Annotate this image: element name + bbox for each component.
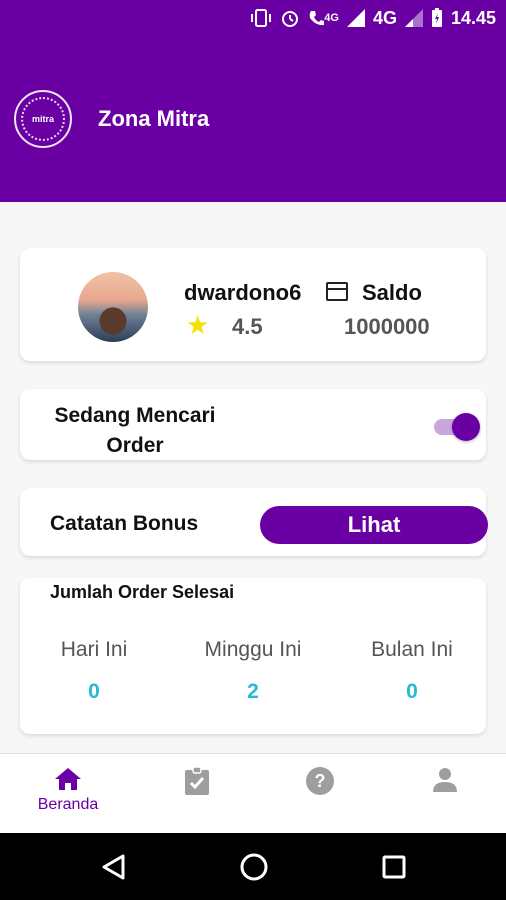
nav-label-beranda: Beranda bbox=[37, 796, 99, 813]
person-icon bbox=[433, 768, 457, 792]
stat-label: Hari Ini bbox=[60, 638, 128, 661]
order-search-toggle[interactable] bbox=[452, 413, 480, 441]
wallet-icon bbox=[326, 282, 348, 301]
nav-item-beranda[interactable]: Beranda bbox=[23, 766, 113, 814]
signal-icon bbox=[346, 9, 365, 27]
saldo-value: 1000000 bbox=[344, 314, 430, 339]
stat-value: 2 bbox=[247, 680, 259, 703]
stat-value: 0 bbox=[88, 680, 100, 703]
alarm-icon bbox=[280, 8, 300, 28]
network-label: 4G bbox=[372, 7, 397, 28]
clipboard-check-icon bbox=[185, 766, 209, 795]
username: dwardono6 bbox=[184, 280, 302, 305]
back-icon[interactable] bbox=[98, 851, 130, 883]
system-nav-bar bbox=[0, 833, 506, 900]
battery-icon bbox=[431, 8, 443, 28]
bonus-card: Catatan Bonus Lihat bbox=[20, 488, 488, 556]
wifi-call-icon: 4G bbox=[308, 9, 339, 27]
rating-value: 4.5 bbox=[232, 314, 263, 339]
bottom-nav: Beranda ? bbox=[0, 753, 506, 833]
home-icon bbox=[55, 768, 81, 790]
saldo-label: Saldo bbox=[362, 280, 422, 305]
status-bar: 4G 4G 14.45 bbox=[0, 0, 506, 36]
stat-this-week: Minggu Ini 2 bbox=[183, 638, 323, 704]
clock-time: 14.45 bbox=[450, 7, 496, 28]
profile-card: dwardono6 ★ 4.5 Saldo 1000000 bbox=[20, 248, 486, 361]
stat-value: 0 bbox=[406, 680, 418, 703]
page-title: Zona Mitra bbox=[98, 106, 210, 131]
star-icon: ★ bbox=[186, 310, 210, 340]
signal-weak-icon bbox=[404, 9, 423, 27]
stat-this-month: Bulan Ini 0 bbox=[342, 638, 482, 704]
view-bonus-button[interactable]: Lihat bbox=[260, 506, 488, 544]
nav-item-profile[interactable] bbox=[400, 766, 490, 794]
order-search-label: Sedang Mencari Order bbox=[54, 404, 216, 457]
home-circle-icon[interactable] bbox=[238, 851, 270, 883]
stat-today: Hari Ini 0 bbox=[24, 638, 164, 704]
mitra-logo: mitra bbox=[14, 90, 72, 148]
app-bar: mitra Zona Mitra bbox=[0, 36, 506, 202]
vibrate-icon bbox=[250, 9, 272, 27]
bonus-label: Catatan Bonus bbox=[50, 512, 199, 535]
stat-label: Minggu Ini bbox=[204, 638, 302, 661]
help-icon: ? bbox=[306, 767, 334, 795]
completed-orders-card: Jumlah Order Selesai Hari Ini 0 Minggu I… bbox=[20, 578, 486, 734]
order-search-card: Sedang Mencari Order bbox=[20, 389, 486, 460]
nav-item-help[interactable]: ? bbox=[275, 766, 365, 796]
nav-item-orders[interactable] bbox=[152, 766, 242, 796]
svg-text:?: ? bbox=[315, 771, 326, 791]
completed-orders-title: Jumlah Order Selesai bbox=[50, 582, 235, 602]
logo-text: mitra bbox=[31, 114, 54, 124]
network-small-label: 4G bbox=[324, 12, 339, 24]
avatar[interactable] bbox=[78, 272, 148, 342]
recents-icon[interactable] bbox=[378, 851, 410, 883]
stat-label: Bulan Ini bbox=[371, 638, 453, 661]
